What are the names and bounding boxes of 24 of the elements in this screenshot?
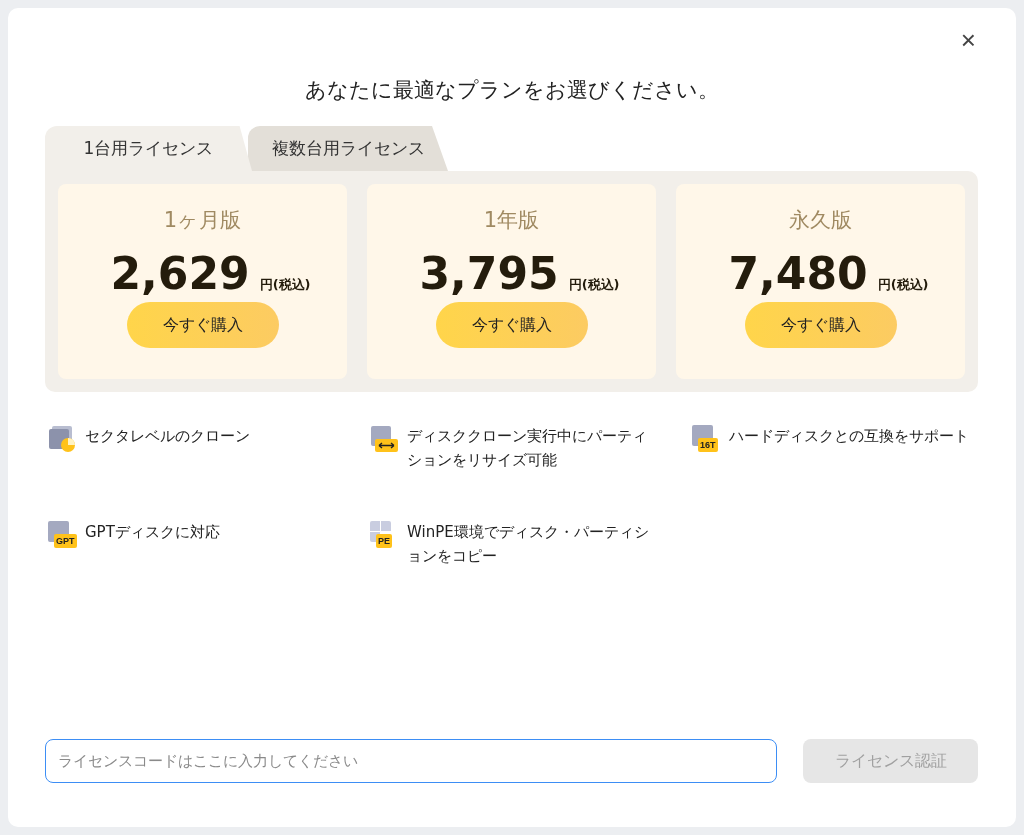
plan-name: 1年版: [483, 207, 540, 234]
buy-button[interactable]: 今すぐ購入: [126, 302, 279, 348]
tab[interactable]: 1台用ライセンス: [45, 126, 252, 171]
price-unit: 円(税込): [877, 276, 929, 294]
price: 2,629: [110, 250, 250, 298]
buy-button[interactable]: 今すぐ購入: [744, 302, 897, 348]
feature-text: WinPE環境でディスク・パーティションをコピー: [407, 522, 650, 567]
plan-name: 1ヶ月版: [163, 207, 242, 234]
disk-pie-icon: [47, 424, 77, 454]
price: 3,795: [419, 250, 559, 298]
feature-text: ディスククローン実行中にパーティションをリサイズ可能: [407, 426, 648, 471]
disk-resize-icon: [369, 424, 399, 454]
license-code-field[interactable]: ライセンスコードはここに入力してください: [45, 739, 777, 783]
feature-text: GPTディスクに対応: [85, 522, 220, 543]
plan-name: 永久版: [789, 207, 852, 234]
feature-text: ハードディスクとの互換をサポート: [729, 426, 969, 447]
price-unit: 円(税込): [259, 276, 311, 294]
tab[interactable]: 複数台用ライセンス: [248, 126, 448, 171]
price: 7,480: [728, 250, 868, 298]
buy-button[interactable]: 今すぐ購入: [435, 302, 588, 348]
feature-text: セクタレベルのクローン: [85, 426, 250, 447]
close-button[interactable]: ×: [958, 26, 978, 54]
price-unit: 円(税込): [568, 276, 620, 294]
dialog-title: あなたに最適なプランをお選びください。: [303, 77, 720, 104]
